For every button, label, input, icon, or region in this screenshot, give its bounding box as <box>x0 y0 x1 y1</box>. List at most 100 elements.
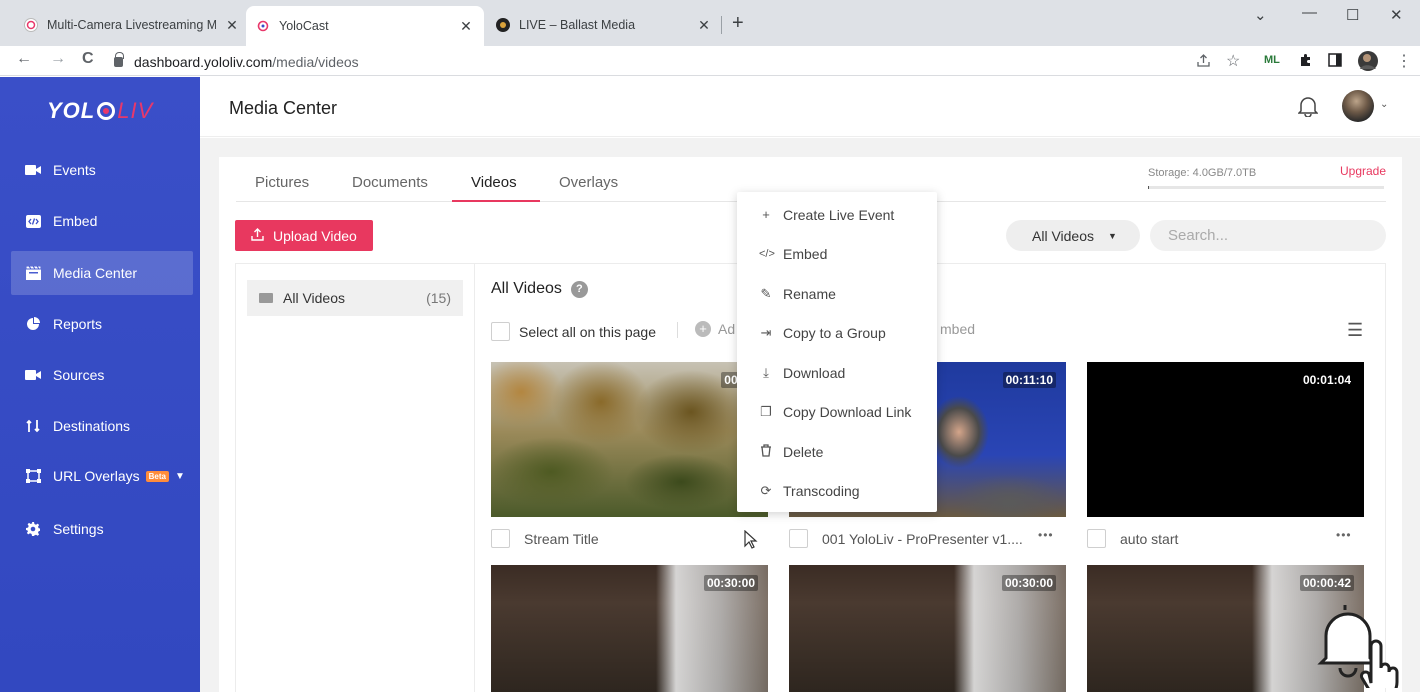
add-action-label[interactable]: Ad <box>718 321 735 337</box>
app-header: Media Center ⌄ <box>200 77 1420 137</box>
profile-avatar-icon[interactable] <box>1357 50 1379 75</box>
side-panel-icon[interactable] <box>1328 53 1342 70</box>
video-thumbnail[interactable]: 00:30:00 <box>789 565 1066 692</box>
browser-tab[interactable]: Multi-Camera Livestreaming Mac ✕ <box>14 8 250 42</box>
tab-title: YoloCast <box>279 19 329 33</box>
notification-bell-icon[interactable] <box>1297 95 1319 118</box>
storage-label: Storage: 4.0GB/7.0TB <box>1148 167 1257 179</box>
help-icon[interactable]: ? <box>570 280 588 298</box>
share-icon[interactable] <box>1196 53 1211 71</box>
upload-video-button[interactable]: Upload Video <box>235 220 373 251</box>
browser-menu-icon[interactable]: ⋮ <box>1396 51 1412 71</box>
menu-item-create-live-event[interactable]: + Create Live Event <box>737 195 937 234</box>
url-field[interactable]: dashboard.yololiv.com/media/videos <box>114 50 359 74</box>
sidebar-item-label: Media Center <box>53 265 138 281</box>
tab-close-icon[interactable]: ✕ <box>458 18 474 35</box>
tab-search-chevron-icon[interactable]: ⌄ <box>1254 6 1267 24</box>
video-checkbox[interactable] <box>789 529 808 548</box>
tab-pictures[interactable]: Pictures <box>255 174 309 191</box>
browser-tab[interactable]: LIVE – Ballast Media ✕ <box>486 8 722 42</box>
menu-item-label: Copy to a Group <box>783 324 886 341</box>
yololiv-favicon-icon <box>24 18 38 32</box>
video-checkbox[interactable] <box>1087 529 1106 548</box>
menu-item-delete[interactable]: Delete <box>737 432 937 471</box>
extension-ml-icon[interactable]: ML <box>1264 54 1280 66</box>
upgrade-link[interactable]: Upgrade <box>1340 164 1386 178</box>
new-tab-button[interactable]: + <box>732 12 744 35</box>
sidebar-item-embed[interactable]: Embed <box>11 199 193 243</box>
page-title: Media Center <box>229 98 338 118</box>
menu-item-rename[interactable]: ✎ Rename <box>737 274 937 313</box>
copy-icon: ❐ <box>760 403 772 419</box>
reload-icon[interactable]: C <box>82 50 94 68</box>
sidebar-item-settings[interactable]: Settings <box>11 507 193 551</box>
menu-item-embed[interactable]: </> Embed <box>737 234 937 273</box>
tab-videos[interactable]: Videos <box>471 174 517 191</box>
video-title: 001 YoloLiv - ProPresenter v1.... <box>822 531 1023 547</box>
avatar[interactable] <box>1342 90 1374 122</box>
select-all-checkbox[interactable] <box>491 322 510 341</box>
video-thumbnail[interactable]: 00:01:04 <box>1087 362 1364 517</box>
sidebar-item-label: Destinations <box>53 418 131 434</box>
plus-icon: + <box>762 207 770 222</box>
browser-tab-active[interactable]: YoloCast ✕ <box>246 6 484 46</box>
maximize-button[interactable]: ☐ <box>1346 6 1359 24</box>
menu-item-label: Rename <box>783 285 836 302</box>
sidebar-item-label: Reports <box>53 316 103 332</box>
transcoding-icon: ⟳ <box>760 482 772 498</box>
clapper-icon <box>25 266 41 280</box>
pencil-icon: ✎ <box>760 285 772 301</box>
minimize-button[interactable]: — <box>1302 4 1317 21</box>
tab-close-icon[interactable]: ✕ <box>224 17 240 34</box>
sidebar-item-reports[interactable]: Reports <box>11 302 193 346</box>
sidebar-item-media-center[interactable]: Media Center <box>11 251 193 295</box>
sidebar-item-url-overlays[interactable]: URL Overlays Beta ▼ <box>11 454 193 498</box>
trash-icon <box>759 443 773 460</box>
grid-title-text: All Videos <box>491 280 562 297</box>
menu-item-label: Create Live Event <box>783 206 895 223</box>
video-thumbnail[interactable]: 00:15 <box>491 362 768 517</box>
video-checkbox[interactable] <box>491 529 510 548</box>
address-bar-row: ← → C dashboard.yololiv.com/media/videos… <box>0 46 1420 76</box>
logo-ring-icon <box>97 102 116 120</box>
video-thumbnail[interactable]: 00:30:00 <box>491 565 768 692</box>
more-options-icon[interactable]: ••• <box>1336 528 1352 542</box>
menu-item-copy-download-link[interactable]: ❐ Copy Download Link <box>737 392 937 431</box>
tab-separator <box>721 16 722 34</box>
tab-documents[interactable]: Documents <box>352 174 428 191</box>
yololiv-logo[interactable]: YOL LIV <box>47 98 153 124</box>
extensions-puzzle-icon[interactable] <box>1298 53 1313 71</box>
menu-item-label: Copy Download Link <box>783 403 912 420</box>
menu-item-label: Delete <box>783 443 824 460</box>
folder-label: All Videos <box>283 290 346 306</box>
video-duration: 00:30:00 <box>703 575 758 591</box>
list-view-icon[interactable]: ☰ <box>1347 320 1363 341</box>
bookmark-star-icon[interactable]: ☆ <box>1226 51 1240 71</box>
close-window-button[interactable]: ✕ <box>1390 6 1403 24</box>
sidebar-item-sources[interactable]: Sources <box>11 353 193 397</box>
add-icon[interactable]: + <box>695 321 711 337</box>
search-input[interactable] <box>1150 220 1386 251</box>
url-domain: dashboard.yololiv.com <box>134 54 273 70</box>
menu-item-copy-to-group[interactable]: ⇥ Copy to a Group <box>737 313 937 352</box>
back-icon[interactable]: ← <box>16 50 32 68</box>
sidebar-item-label: Embed <box>53 213 98 229</box>
video-filter-select[interactable]: All Videos ▼ <box>1006 220 1140 251</box>
tab-close-icon[interactable]: ✕ <box>696 17 712 34</box>
yololiv-favicon-icon <box>256 19 270 33</box>
embed-action-label[interactable]: mbed <box>940 321 975 337</box>
folder-item-all-videos[interactable]: All Videos (15) <box>247 280 463 316</box>
more-options-icon[interactable]: ••• <box>1038 528 1054 542</box>
menu-item-download[interactable]: ⤓ Download <box>737 353 937 392</box>
chevron-down-icon[interactable]: ▼ <box>175 471 185 482</box>
tab-overlays[interactable]: Overlays <box>559 174 618 191</box>
menu-item-transcoding[interactable]: ⟳ Transcoding <box>737 471 937 510</box>
sidebar-item-destinations[interactable]: Destinations <box>11 404 193 448</box>
chevron-down-icon[interactable]: ⌄ <box>1380 99 1388 110</box>
folder-icon <box>259 293 273 303</box>
sidebar-item-label: URL Overlays <box>53 468 140 484</box>
sidebar-item-events[interactable]: Events <box>11 148 193 192</box>
video-duration: 00:11:10 <box>1002 372 1056 388</box>
forward-icon[interactable]: → <box>50 50 66 68</box>
copy-to-group-icon: ⇥ <box>760 324 772 340</box>
